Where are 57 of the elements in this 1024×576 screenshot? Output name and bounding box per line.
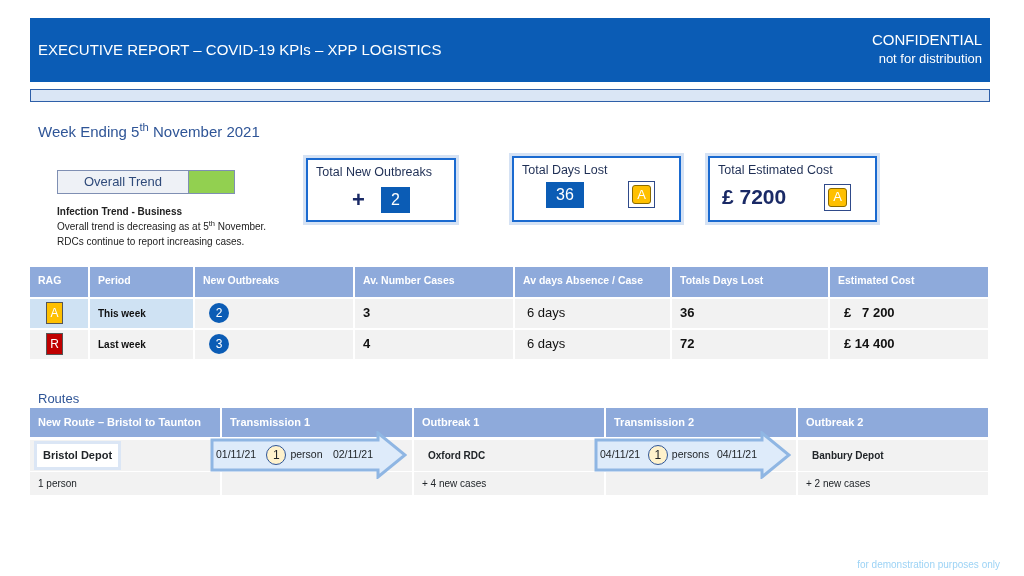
week-ending-title: Week Ending 5$^{th}$ November 2021	[38, 121, 261, 142]
kpi-title: Total New Outbreaks	[316, 163, 434, 181]
column-header: New Outbreaks	[195, 266, 355, 297]
table-cell: £ 7 200	[830, 296, 990, 328]
plus-sign: +	[352, 186, 365, 215]
kpi-value: 36	[546, 181, 584, 208]
transmission-date: 02/11/21	[332, 447, 373, 463]
column-header: Outbreak 1	[414, 408, 606, 437]
table-cell: 72	[672, 327, 830, 359]
section-title: Routes	[38, 389, 81, 408]
table-cell: £ 14 400	[830, 327, 990, 359]
rag-badge: R	[46, 333, 63, 355]
count-badge: 3	[209, 334, 229, 354]
table-cell: 6 days	[515, 327, 672, 359]
stage-note: + 2 new cases	[806, 477, 871, 491]
report-title: EXECUTIVE REPORT – COVID-19 KPIs – XPP LOGISTICS	[38, 39, 442, 60]
column-header: Estimated Cost	[830, 266, 990, 297]
location-name: Banbury Depot	[811, 449, 884, 463]
table-cell: 36	[672, 296, 830, 328]
column-header: Av. Number Cases	[355, 266, 515, 297]
distribution-note: not for distribution	[877, 50, 982, 69]
column-header: Transmission 2	[606, 408, 798, 437]
transmission-date: 04/11/21	[600, 447, 641, 463]
location-name: Oxford RDC	[427, 449, 486, 463]
column-header: Transmission 1	[222, 408, 414, 437]
column-header: Totals Days Lost	[672, 266, 830, 297]
kpi-value: 2	[380, 186, 410, 213]
transmission-date: 04/11/21	[716, 447, 757, 463]
transmission-date: 01/11/21	[216, 447, 257, 463]
trend-heading: Infection Trend - Business	[57, 204, 184, 219]
column-header: Av days Absence / Case	[515, 266, 672, 297]
table-cell: 6 days	[515, 296, 672, 328]
demonstration-note: for demonstration purposes only	[857, 558, 1000, 572]
table-cell: 3	[355, 296, 515, 328]
person-label: persons	[671, 447, 710, 463]
kpi-title: Total Days Lost	[522, 161, 609, 179]
rag-badge: A	[46, 302, 63, 324]
kpi-value: £ 7200	[722, 184, 787, 211]
table-cell: This week	[90, 296, 195, 328]
column-header: Outbreak 2	[798, 408, 990, 437]
rag-badge: A	[828, 187, 847, 207]
trend-label: Overall Trend	[58, 170, 188, 193]
column-header: New Route – Bristol to Taunton	[30, 408, 222, 437]
trend-note: RDCs continue to report increasing cases.	[57, 234, 246, 249]
person-label: person	[290, 447, 323, 463]
column-header: Period	[90, 266, 195, 297]
column-header: RAG	[30, 266, 90, 297]
table-cell: Last week	[90, 327, 195, 359]
count-badge: 2	[209, 303, 229, 323]
stage-note: + 4 new cases	[422, 477, 487, 491]
classification-label: CONFIDENTIAL	[872, 31, 982, 50]
kpi-title: Total Estimated Cost	[718, 161, 834, 179]
stage-note: 1 person	[38, 477, 77, 491]
rag-badge: A	[632, 185, 651, 205]
trend-note: Overall trend is decreasing as at 5$^{th}$ November.	[57, 218, 268, 234]
table-cell: 4	[355, 327, 515, 359]
location-box: Bristol Depot	[34, 441, 122, 470]
